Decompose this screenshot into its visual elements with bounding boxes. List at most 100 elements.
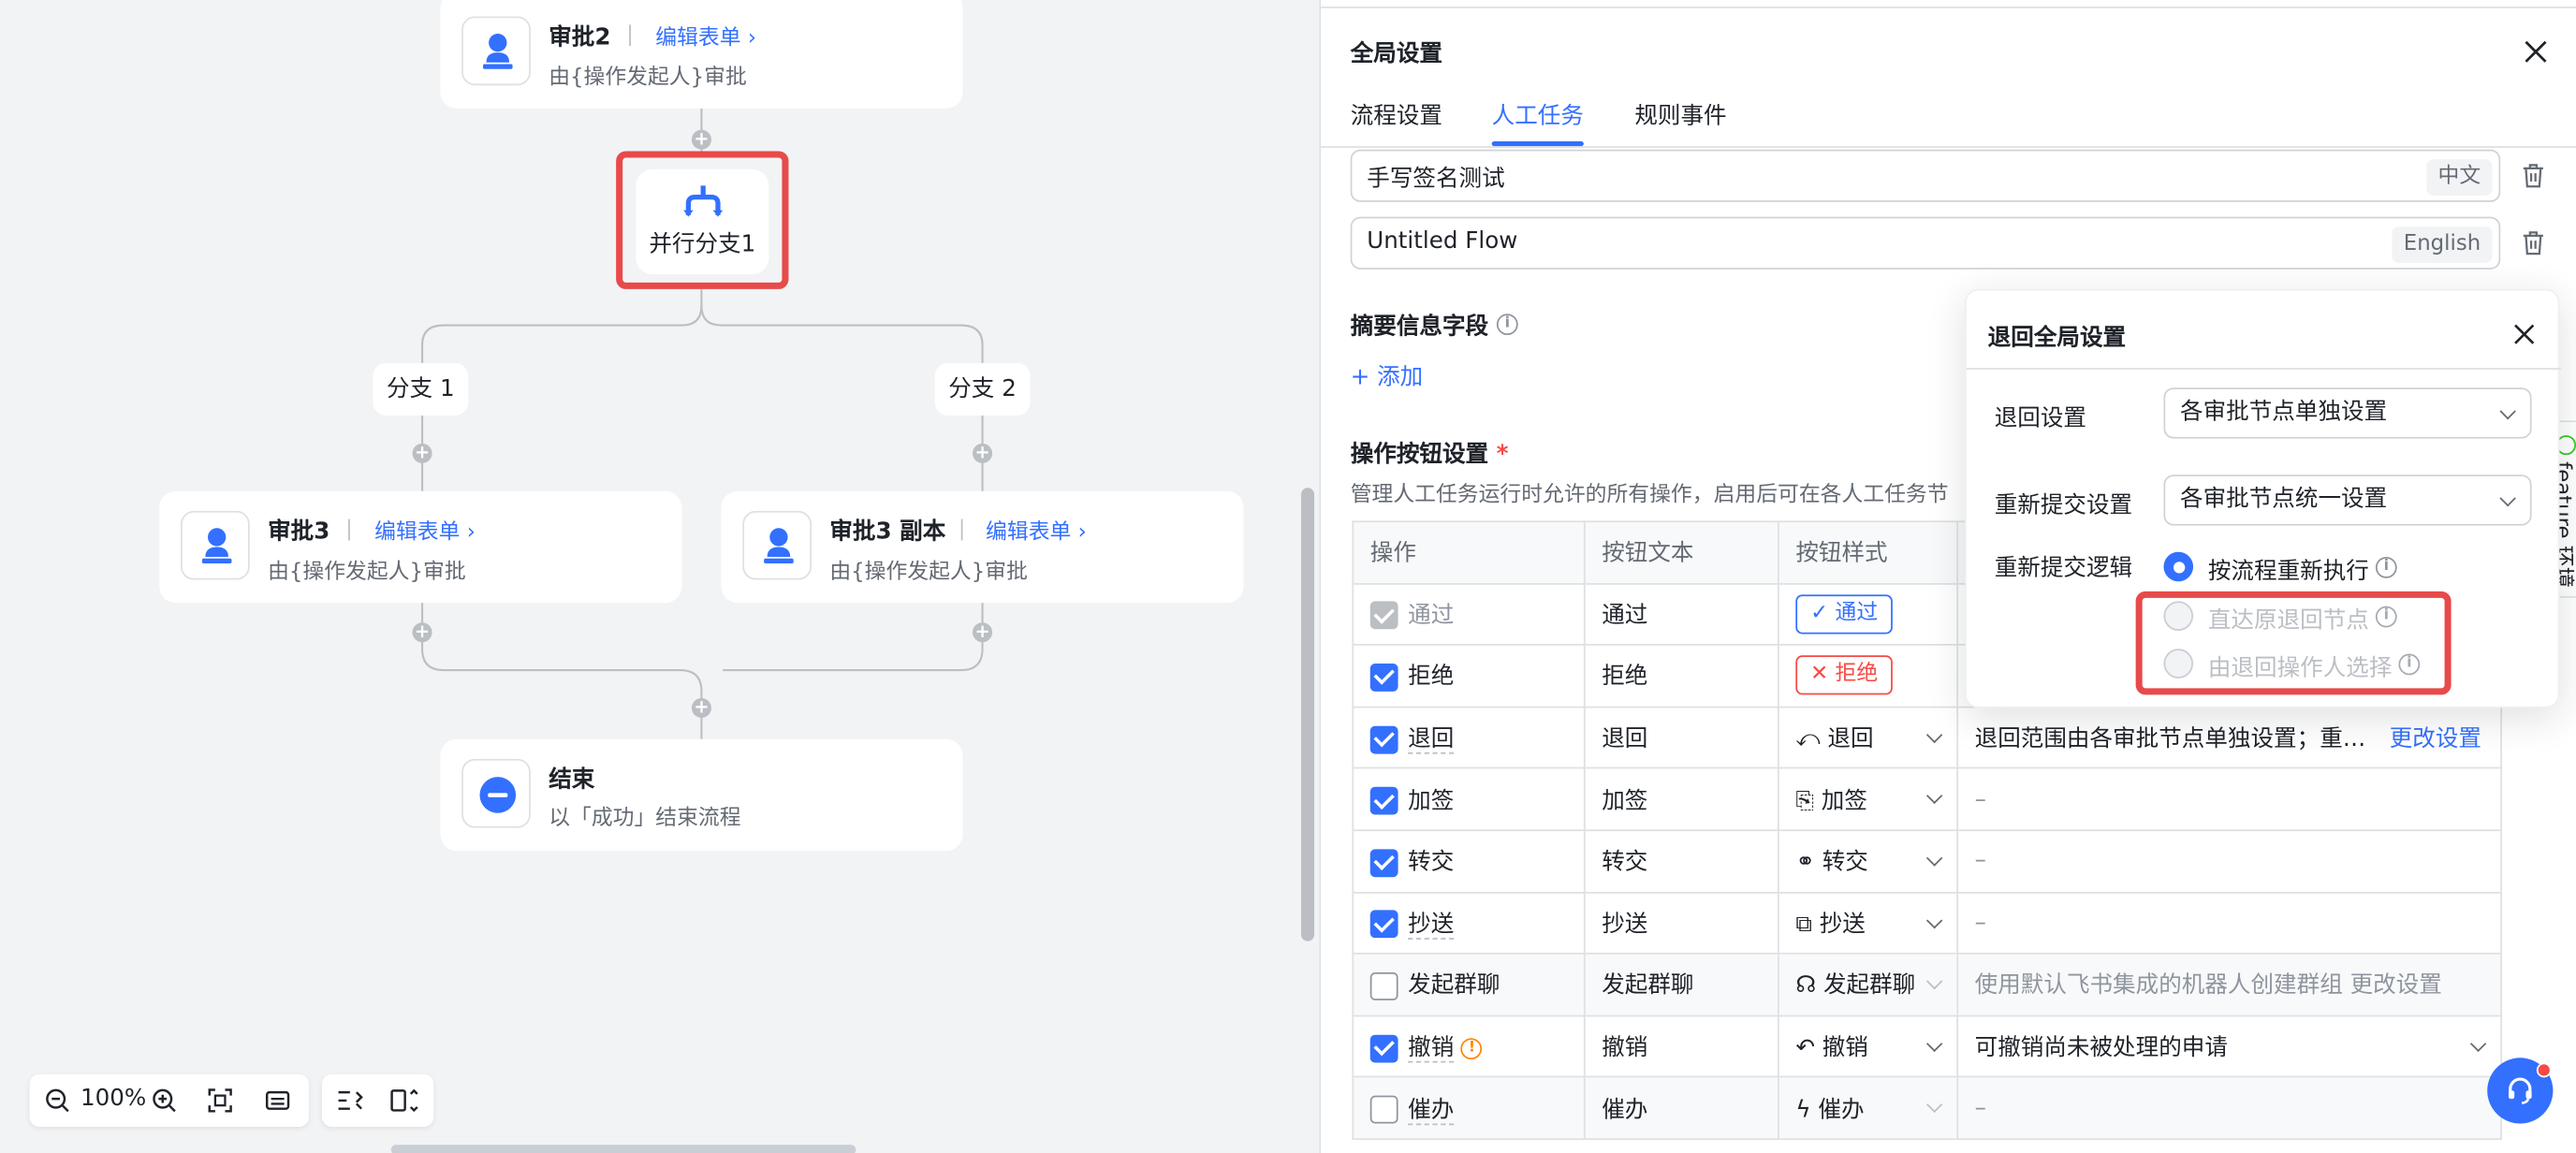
vertical-scrollbar[interactable] [1301,488,1315,941]
resubmit-logic-label: 重新提交逻辑 [1994,555,2133,582]
checkbox[interactable] [1369,664,1398,692]
op-label: 抄送 [1408,911,1455,940]
button-text: 通过 [1583,582,1779,647]
resubmit-setting-select[interactable]: 各审批节点统一设置 [2163,474,2532,526]
table-row: 转交 转交 ⚭ 转交 – [1352,829,2503,893]
add-summary-button[interactable]: + 添加 [1351,359,1424,392]
change-settings-link[interactable]: 更改设置 [2390,726,2481,752]
person-stamp-icon [181,510,250,580]
add-node-button[interactable]: + [691,697,711,718]
button-text: 抄送 [1583,891,1779,955]
add-node-button[interactable]: + [691,129,711,150]
flow-name-input-en[interactable]: Untitled Flow English [1350,216,2501,270]
add-node-button[interactable]: + [973,443,993,463]
collapse-icon[interactable] [337,1087,367,1114]
layout-switch-icon[interactable] [389,1087,419,1114]
button-text: 拒绝 [1583,644,1779,708]
add-node-button[interactable]: + [973,621,993,643]
col-header: 按钮样式 [1778,520,1959,585]
col-header: 操作 [1352,520,1586,585]
table-row: 撤销 ! 撤销 ↶ 撤销 可撤销尚未被处理的申请 [1352,1014,2503,1078]
row-note: 退回范围由各审批节点单独设置；重… [1974,725,2366,752]
button-text: 催办 [1583,1076,1779,1140]
checkbox[interactable] [1369,725,1398,753]
return-settings-popover: 退回全局设置 退回设置 各审批节点单独设置 重新提交设置 各审批节点统一设置 重… [1965,288,2562,708]
flow-canvas[interactable]: 审批2 编辑表单 › 由{操作发起人}审批 + 并行分支1 分支 1 分支 2 … [0,0,1320,1153]
table-row: 催办 催办 ϟ 催办 – [1352,1076,2503,1140]
tab-rule-events[interactable]: 规则事件 [1634,98,1726,131]
cc-icon: ⧉ [1795,911,1812,938]
radio-rerun-flow[interactable] [2163,551,2194,582]
edit-form-link[interactable]: 编辑表单 › [374,514,476,545]
node-approval-2[interactable]: 审批2 编辑表单 › 由{操作发起人}审批 [440,0,963,109]
style-select[interactable]: ⧉ 抄送 [1778,891,1959,955]
style-select[interactable]: ☊ 发起群聊 [1778,953,1959,1016]
style-pill-approve[interactable]: ✓ 通过 [1795,594,1893,635]
zoom-out-icon[interactable] [44,1087,70,1114]
return-setting-select[interactable]: 各审批节点单独设置 [2163,387,2532,439]
summary-fields-label: 摘要信息字段 [1350,314,1489,341]
checkbox[interactable] [1369,910,1398,939]
divider [348,518,350,541]
warning-icon[interactable]: ! [1461,1037,1483,1059]
trash-icon[interactable] [2522,230,2545,256]
add-node-button[interactable]: + [412,443,432,463]
checkbox[interactable] [1369,971,1398,1000]
help-button[interactable] [2487,1058,2554,1124]
divider [629,24,631,47]
edit-form-link[interactable]: 编辑表单 › [986,514,1087,545]
headset-icon [2509,1077,2532,1104]
checkbox[interactable] [1369,1095,1398,1124]
checkbox[interactable] [1369,848,1398,877]
style-select[interactable]: ↶ 撤销 [1778,1014,1959,1078]
branch-label[interactable]: 分支 2 [934,362,1031,416]
transfer-icon: ⚭ [1795,849,1815,876]
node-approval-3-copy[interactable]: 审批3 副本 编辑表单 › 由{操作发起人}审批 [721,490,1244,604]
zoom-in-icon[interactable] [151,1087,177,1114]
table-row: 抄送 抄送 ⧉ 抄送 – [1352,891,2503,955]
row-note: – [1956,767,2503,832]
tab-process-settings[interactable]: 流程设置 [1351,98,1442,131]
layout-toolbar [321,1073,434,1127]
style-select[interactable]: ⎘ 加签 [1778,767,1959,832]
ops-description: 管理人工任务运行时允许的所有操作，启用后可在各人工任务节 [1350,482,1949,508]
chevron-right-icon: › [466,520,476,546]
table-row: 退回 退回 ⤺ 退回 退回范围由各审批节点单独设置；重… 更改设置 [1352,706,2503,770]
close-icon[interactable] [2513,324,2535,345]
minimap-icon[interactable] [265,1087,291,1114]
checkbox[interactable] [1369,602,1398,630]
add-node-button[interactable]: + [412,621,432,643]
person-stamp-icon [742,510,812,580]
style-select[interactable]: ⚭ 转交 [1778,829,1959,893]
style-pill-reject[interactable]: ✕ 拒绝 [1795,656,1893,696]
horizontal-scrollbar[interactable] [390,1145,856,1153]
checkbox[interactable] [1369,1033,1398,1062]
node-subtitle: 以「成功」结束流程 [549,806,741,832]
input-value: Untitled Flow [1367,227,1518,255]
node-subtitle: 由{操作发起人}审批 [268,560,466,585]
row-note: – [1956,1076,2503,1140]
highlight-box [616,151,789,289]
style-select[interactable]: ϟ 催办 [1778,1076,1959,1140]
notification-dot [2536,1062,2552,1078]
trash-icon[interactable] [2522,163,2545,189]
group-chat-icon: ☊ [1795,972,1817,1000]
flow-name-input-zh[interactable]: 手写签名测试 中文 [1350,149,2501,202]
revoke-scope-select[interactable]: 可撤销尚未被处理的申请 [1956,1014,2503,1078]
language-tag: English [2392,226,2493,263]
edit-form-link[interactable]: 编辑表单 › [655,20,756,51]
highlight-box [2135,591,2452,695]
info-icon[interactable]: i [1496,314,1518,336]
style-select[interactable]: ⤺ 退回 [1778,706,1959,770]
branch-label[interactable]: 分支 1 [373,362,469,416]
tab-manual-tasks[interactable]: 人工任务 [1492,98,1584,131]
close-icon[interactable] [2524,39,2548,64]
language-tag: 中文 [2426,159,2493,196]
fit-view-icon[interactable] [207,1087,233,1114]
checkbox[interactable] [1369,786,1398,815]
table-row: 发起群聊 发起群聊 ☊ 发起群聊 使用默认飞书集成的机器人创建群组 更改设置 [1352,953,2503,1016]
node-approval-3[interactable]: 审批3 编辑表单 › 由{操作发起人}审批 [159,490,682,604]
info-icon[interactable]: i [2375,556,2397,578]
tabs-divider [1321,146,2576,148]
node-end[interactable]: 结束 以「成功」结束流程 [440,738,963,852]
